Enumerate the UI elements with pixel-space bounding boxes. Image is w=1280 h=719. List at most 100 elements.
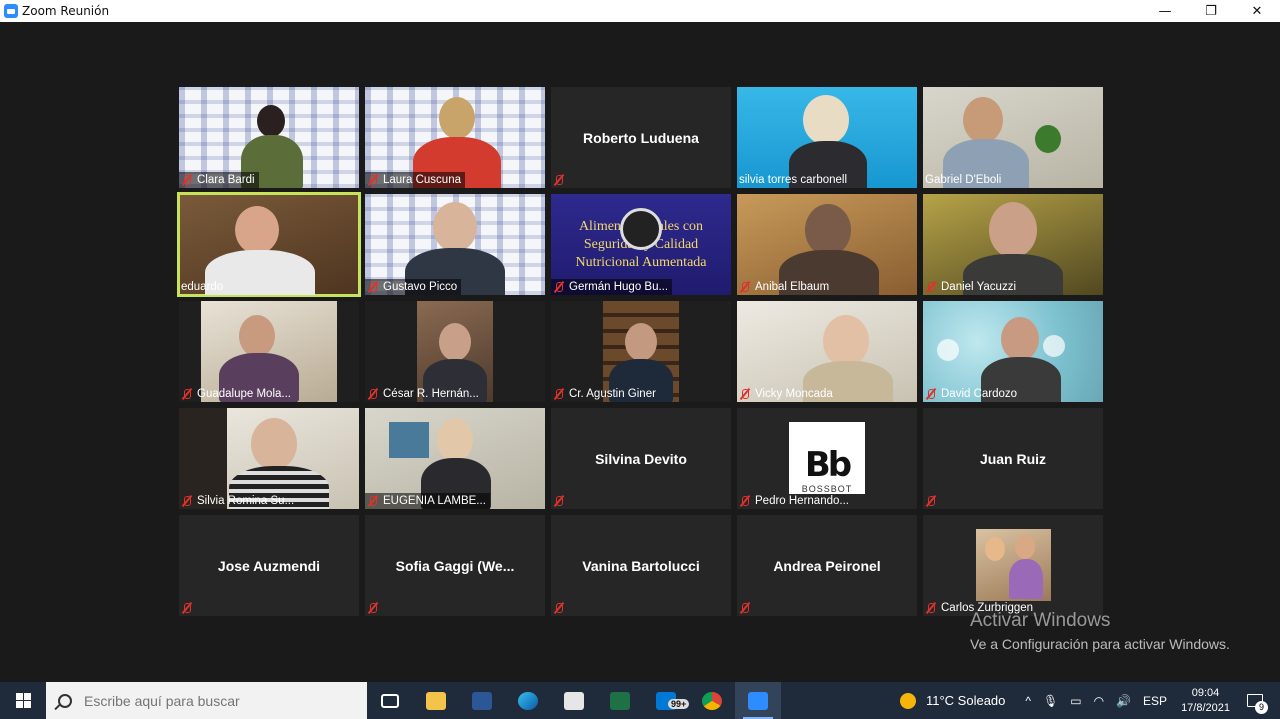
muted-mic-icon [739, 281, 751, 293]
participant-label: Pedro Hernando... [737, 493, 853, 509]
file-explorer-button[interactable] [413, 682, 459, 719]
participant-tile[interactable]: Gustavo Picco [365, 194, 545, 295]
video-head [257, 105, 285, 137]
volume-icon[interactable]: 🔊 [1116, 694, 1131, 708]
participant-tile[interactable]: David Cardozo [923, 301, 1103, 402]
participant-tile[interactable]: Silvina Devito [551, 408, 731, 509]
participant-tile[interactable]: Vicky Moncada [737, 301, 917, 402]
participant-name: Anibal Elbaum [755, 281, 830, 293]
minimize-button[interactable]: — [1142, 0, 1188, 22]
video-head [235, 206, 279, 254]
participant-label: Gustavo Picco [365, 279, 462, 295]
participant-name: Silvia Romina Su... [197, 495, 295, 507]
bossbot-mark-icon: Bb [804, 445, 852, 485]
watermark-title: Activar Windows [970, 610, 1111, 631]
participant-tile[interactable]: Guadalupe Mola... [179, 301, 359, 402]
participant-label: Anibal Elbaum [737, 279, 833, 295]
participant-tile[interactable]: Gabriel D'Eboli [923, 87, 1103, 188]
edge-button[interactable] [505, 682, 551, 719]
participant-label: silvia torres carbonell [737, 172, 851, 188]
participant-name-center: Sofia Gaggi (We... [395, 557, 515, 574]
video-head [823, 315, 869, 367]
chrome-button[interactable] [689, 682, 735, 719]
search-icon [58, 693, 72, 708]
language-indicator[interactable]: ESP [1143, 694, 1167, 708]
taskbar: 99+ 11°C Soleado ^ 🎙 ▭ ◠ 🔊 ESP 09:04 17/… [0, 682, 1280, 719]
participant-tile[interactable]: Cr. Agustin Giner [551, 301, 731, 402]
participant-tile[interactable]: Anibal Elbaum [737, 194, 917, 295]
participant-tile[interactable]: Silvia Romina Su... [179, 408, 359, 509]
weather-text[interactable]: 11°C Soleado [926, 693, 1005, 708]
participant-tile-active-speaker[interactable]: eduardo [177, 192, 361, 297]
video-head [1015, 535, 1035, 559]
meeting-area: Clara Bardi Laura Cuscuna Roberto Luduen… [0, 22, 1280, 682]
title-bar: Zoom Reunión — ❐ ✕ [0, 0, 1280, 22]
participant-tile[interactable]: EUGENIA LAMBE... [365, 408, 545, 509]
start-button[interactable] [0, 682, 46, 719]
participant-name-center: Juan Ruiz [979, 450, 1047, 467]
restore-button[interactable]: ❐ [1188, 0, 1234, 22]
notification-count: 9 [1255, 701, 1268, 714]
participant-name: EUGENIA LAMBE... [383, 495, 486, 507]
participant-tile[interactable]: Roberto Luduena [551, 87, 731, 188]
participant-tile[interactable]: Alimentos Vitales con Seguridad y Calida… [551, 194, 731, 295]
participant-label: Vicky Moncada [737, 386, 837, 402]
participant-tile[interactable]: Vanina Bartolucci [551, 515, 731, 616]
task-view-button[interactable] [367, 682, 413, 719]
muted-mic-icon [553, 602, 565, 614]
windows-logo-icon [15, 693, 31, 708]
participant-label [179, 600, 201, 616]
battery-icon[interactable]: ▭ [1070, 694, 1081, 708]
muted-mic-icon [553, 174, 565, 186]
participant-tile[interactable]: Clara Bardi [179, 87, 359, 188]
participant-label [551, 493, 573, 509]
video-head [625, 323, 657, 361]
participant-tile[interactable]: Sofia Gaggi (We... [365, 515, 545, 616]
participant-tile[interactable]: silvia torres carbonell [737, 87, 917, 188]
muted-mic-icon [181, 602, 193, 614]
participant-tile[interactable]: Laura Cuscuna [365, 87, 545, 188]
mail-badge: 99+ [668, 699, 690, 709]
muted-mic-icon [553, 495, 565, 507]
video-head [985, 537, 1005, 561]
participant-tile[interactable]: Daniel Yacuzzi [923, 194, 1103, 295]
clock[interactable]: 09:04 17/8/2021 [1181, 686, 1230, 716]
close-button[interactable]: ✕ [1234, 0, 1280, 22]
mail-button[interactable]: 99+ [643, 682, 690, 719]
chevron-up-icon[interactable]: ^ [1025, 694, 1031, 708]
participant-name: Daniel Yacuzzi [941, 281, 1017, 293]
muted-mic-icon [181, 495, 193, 507]
notifications-button[interactable]: 9 [1240, 682, 1270, 719]
excel-button[interactable] [597, 682, 643, 719]
muted-mic-icon [181, 174, 193, 186]
participant-name: Cr. Agustin Giner [569, 388, 656, 400]
store-button[interactable] [551, 682, 597, 719]
participant-name: César R. Hernán... [383, 388, 479, 400]
wall-picture [389, 422, 429, 458]
clock-date: 17/8/2021 [1181, 701, 1230, 714]
participant-tile[interactable]: Juan Ruiz [923, 408, 1103, 509]
weather-sun-icon[interactable] [899, 692, 916, 709]
participant-name-center: Jose Auzmendi [217, 557, 321, 574]
muted-mic-icon [925, 388, 937, 400]
participant-tile[interactable]: Carlos Zurbriggen [923, 515, 1103, 616]
participant-tile[interactable]: Bb BOSSBOT Pedro Hernando... [737, 408, 917, 509]
video-head [437, 418, 473, 462]
taskbar-search[interactable] [46, 682, 367, 719]
folder-icon [426, 691, 446, 710]
participant-name-center: Silvina Devito [595, 450, 687, 467]
participant-label [551, 172, 573, 188]
search-input[interactable] [84, 692, 334, 709]
muted-mic-icon [925, 495, 937, 507]
participant-tile[interactable]: Jose Auzmendi [179, 515, 359, 616]
clock-time: 09:04 [1191, 686, 1220, 699]
microphone-icon[interactable]: 🎙 [1043, 694, 1058, 708]
muted-mic-icon [925, 602, 937, 614]
wifi-icon[interactable]: ◠ [1094, 694, 1104, 708]
muted-mic-icon [367, 388, 379, 400]
word-button[interactable] [459, 682, 505, 719]
participant-tile[interactable]: César R. Hernán... [365, 301, 545, 402]
participant-tile[interactable]: Andrea Peironel [737, 515, 917, 616]
video-head [239, 315, 275, 357]
zoom-taskbar-button[interactable] [735, 682, 781, 719]
